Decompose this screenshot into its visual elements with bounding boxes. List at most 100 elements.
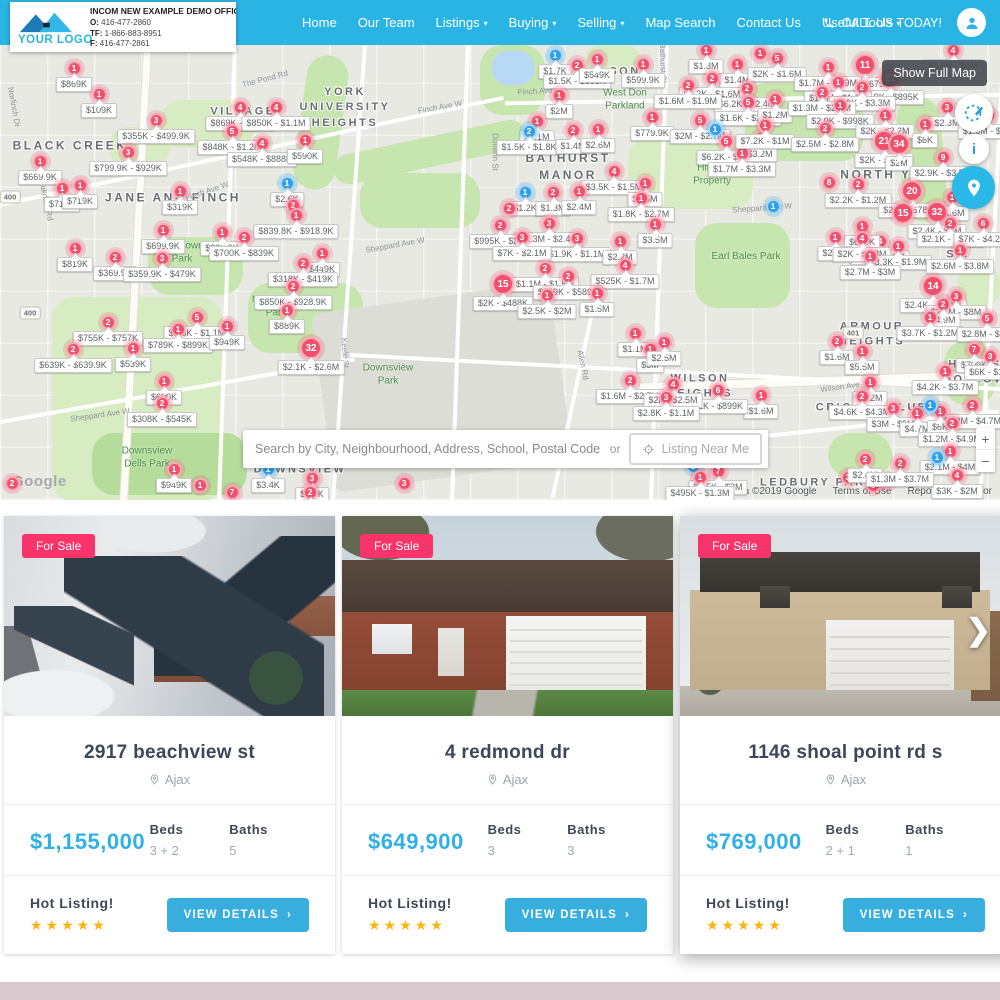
nav-item-our-team[interactable]: Our Team — [358, 15, 415, 30]
listing-card[interactable]: For Sale1146 shoal point rd sAjax$769,00… — [680, 516, 1000, 954]
marker-price-label[interactable]: $2.6M — [580, 138, 615, 153]
marker-price-label[interactable]: $1.6M - $1.9M — [654, 94, 722, 109]
view-details-button[interactable]: VIEW DETAILS› — [843, 898, 985, 932]
marker-price-label[interactable]: $1.5M — [579, 302, 614, 317]
marker-price-label[interactable]: $7K - $2.1M — [492, 246, 551, 261]
listing-map-marker[interactable]: 2 — [5, 476, 20, 491]
marker-price-label[interactable]: $1.7M - $3.3M — [708, 162, 776, 177]
view-details-button[interactable]: VIEW DETAILS› — [167, 898, 309, 932]
call-us-button[interactable]: CALL US TODAY! — [823, 0, 942, 45]
marker-price-label[interactable]: $779.9K — [630, 126, 674, 141]
listing-title[interactable]: 2917 beachview st — [28, 742, 311, 764]
nav-item-buying[interactable]: Buying▾ — [509, 15, 557, 30]
marker-price-label[interactable]: $2.5M — [646, 351, 681, 366]
nav-item-home[interactable]: Home — [302, 15, 337, 30]
marker-price-label[interactable]: $4.2K - $3.7M — [912, 380, 979, 395]
marker-price-label[interactable]: $590K — [287, 149, 323, 164]
marker-price-label[interactable]: $639K - $639.9K — [34, 358, 112, 373]
listing-map-marker[interactable]: 1 — [930, 450, 945, 465]
marker-price-label[interactable]: $2.1K - $2.6M — [278, 360, 345, 375]
marker-price-label[interactable]: $3K - $2M — [931, 484, 983, 499]
marker-price-label[interactable]: $2M — [545, 104, 573, 119]
marker-price-label[interactable]: $539K — [115, 357, 151, 372]
marker-price-label[interactable]: $2.7M - $3M — [840, 265, 901, 280]
listing-map-marker[interactable]: 7 — [225, 485, 240, 500]
marker-price-label[interactable]: $318K - $419K — [268, 272, 338, 287]
listing-map-marker[interactable]: 1 — [923, 398, 938, 413]
marker-price-label[interactable]: $2.5K - $2M — [517, 304, 576, 319]
marker-price-label[interactable]: $355K - $499.9K — [117, 129, 195, 144]
marker-price-label[interactable]: $599.9K — [621, 73, 665, 88]
for-sale-badge[interactable]: For Sale — [22, 534, 95, 558]
nav-item-listings[interactable]: Listings▾ — [436, 15, 488, 30]
marker-price-label[interactable]: $308K - $545K — [127, 412, 197, 427]
map-info-button[interactable]: i — [959, 134, 989, 164]
zoom-in-button[interactable]: + — [976, 428, 995, 450]
listing-map-marker[interactable]: 8 — [822, 175, 837, 190]
listing-map-marker[interactable]: 15 — [892, 202, 914, 224]
logo-card[interactable]: YOUR LOGO INCOM NEW EXAMPLE DEMO OFFICE … — [10, 2, 236, 52]
listing-map-marker[interactable]: 1 — [766, 199, 781, 214]
marker-price-label[interactable]: $1.9K - $1.1M — [544, 247, 611, 262]
listing-map-marker[interactable]: 1 — [193, 478, 208, 493]
zoom-out-button[interactable]: − — [976, 450, 995, 472]
listing-near-me-button[interactable]: Listing Near Me — [629, 433, 762, 465]
nav-item-selling[interactable]: Selling▾ — [577, 15, 624, 30]
marker-price-label[interactable]: $1.3M - $3.7M — [866, 472, 934, 487]
marker-price-label[interactable]: $719K — [62, 194, 98, 209]
listing-map-marker[interactable]: 1 — [708, 122, 723, 137]
marker-price-label[interactable]: $669.9K — [18, 170, 62, 185]
map-canvas[interactable]: BLACK CREEKVILLAGEYORK UNIVERSITY HEIGHT… — [0, 45, 1000, 500]
nav-item-map-search[interactable]: Map Search — [645, 15, 715, 30]
for-sale-badge[interactable]: For Sale — [360, 534, 433, 558]
locate-pin-button[interactable] — [952, 166, 995, 209]
marker-price-label[interactable]: $700K - $839K — [209, 246, 279, 261]
carousel-next-arrow[interactable]: ❯ — [966, 616, 991, 646]
marker-price-label[interactable]: $949K — [209, 335, 245, 350]
listing-map-marker[interactable]: 2 — [502, 201, 517, 216]
marker-price-label[interactable]: $799.9K - $929K — [89, 161, 167, 176]
marker-price-label[interactable]: $5.5M — [844, 360, 879, 375]
marker-price-label[interactable]: $2.6M - $3.8M — [926, 259, 994, 274]
marker-price-label[interactable]: $869K — [56, 77, 92, 92]
marker-price-label[interactable]: $3.7K - $1.2M — [897, 326, 964, 341]
account-button[interactable] — [957, 8, 986, 37]
marker-price-label[interactable]: $7.2K - $1M — [735, 134, 794, 149]
marker-price-label[interactable]: $2.5M - $2.8M — [791, 137, 859, 152]
marker-price-label[interactable]: $6K - $1M — [964, 365, 1000, 380]
search-input[interactable] — [255, 442, 601, 456]
marker-price-label[interactable]: $495K - $1.3M — [665, 486, 734, 501]
for-sale-badge[interactable]: For Sale — [698, 534, 771, 558]
marker-price-label[interactable]: $6K — [912, 133, 938, 148]
listing-card[interactable]: For Sale4 redmond drAjax$649,900Beds3Bat… — [342, 516, 673, 954]
marker-price-label[interactable]: $549K — [579, 68, 615, 83]
listing-card[interactable]: For Sale2917 beachview stAjax$1,155,000B… — [4, 516, 335, 954]
marker-price-label[interactable]: $319K — [162, 200, 198, 215]
marker-price-label[interactable]: $3.4K — [251, 478, 285, 493]
marker-price-label[interactable]: $1.5K - $1.8K — [496, 140, 561, 155]
listing-title[interactable]: 1146 shoal point rd s — [704, 742, 987, 764]
view-details-button[interactable]: VIEW DETAILS› — [505, 898, 647, 932]
marker-price-label[interactable]: $1.8K - $2.7M — [608, 207, 675, 222]
marker-price-label[interactable]: $359.9K - $479K — [123, 267, 201, 282]
marker-price-label[interactable]: $850K - $1.1M — [241, 116, 310, 131]
marker-price-label[interactable]: $949K — [156, 478, 192, 493]
draw-search-button[interactable] — [955, 94, 993, 132]
marker-price-label[interactable]: $2.8K - $1.1M — [633, 406, 700, 421]
marker-price-label[interactable]: $789K - $899K — [143, 338, 213, 353]
marker-price-label[interactable]: $109K — [81, 103, 117, 118]
marker-price-label[interactable]: $839.8K - $918.9K — [253, 224, 338, 239]
listing-title[interactable]: 4 redmond dr — [366, 742, 649, 764]
marker-price-label[interactable]: $2.4M — [561, 200, 596, 215]
listing-map-marker[interactable]: 1 — [753, 46, 768, 61]
marker-price-label[interactable]: $819K — [57, 257, 93, 272]
marker-price-label[interactable]: $889K — [269, 319, 305, 334]
marker-price-label[interactable]: $1.3M — [688, 59, 723, 74]
listing-map-marker[interactable]: 3 — [397, 476, 412, 491]
nav-item-contact-us[interactable]: Contact Us — [737, 15, 801, 30]
marker-price-label[interactable]: $2.8M - $5M — [957, 327, 1000, 342]
marker-price-label[interactable]: $2M — [885, 156, 913, 171]
marker-price-label[interactable]: $3.5M — [637, 233, 672, 248]
marker-price-label[interactable]: $1.6M — [743, 404, 778, 419]
show-full-map-button[interactable]: Show Full Map — [882, 60, 987, 86]
